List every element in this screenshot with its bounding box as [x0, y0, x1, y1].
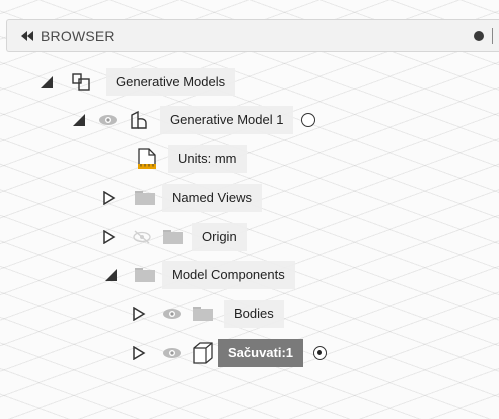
pin-icon[interactable]: [474, 31, 484, 41]
tree-item-origin[interactable]: Origin: [102, 222, 247, 252]
visibility-eye-icon[interactable]: [162, 307, 182, 321]
tree-item-label[interactable]: Named Views: [162, 184, 262, 212]
hidden-eye-icon[interactable]: [132, 230, 152, 244]
expanded-triangle-icon[interactable]: [104, 268, 118, 282]
tree-item-generative-model-1[interactable]: Generative Model 1: [72, 105, 316, 135]
collapsed-triangle-icon[interactable]: [102, 191, 116, 205]
tree-item-label[interactable]: Sačuvati:1: [218, 339, 304, 367]
visibility-eye-icon[interactable]: [98, 113, 118, 127]
divider-icon: [492, 28, 493, 44]
expanded-triangle-icon[interactable]: [40, 75, 54, 89]
activate-radio-button[interactable]: [313, 346, 328, 360]
browser-header[interactable]: BROWSER: [6, 19, 499, 52]
expanded-triangle-icon[interactable]: [72, 113, 86, 127]
tree-item-label[interactable]: Units: mm: [168, 145, 247, 173]
tree-item-units[interactable]: Units: mm: [136, 144, 247, 174]
collapsed-triangle-icon[interactable]: [102, 230, 116, 244]
folder-icon: [134, 188, 156, 208]
generative-model-icon: [128, 110, 150, 130]
tree-item-generative-models[interactable]: Generative Models: [40, 67, 236, 97]
tree-item-component[interactable]: Sačuvati:1: [132, 338, 328, 368]
tree-item-label[interactable]: Model Components: [162, 261, 295, 289]
assembly-icon: [70, 72, 92, 92]
units-document-icon: [136, 148, 158, 169]
collapsed-triangle-icon[interactable]: [132, 346, 146, 360]
browser-title: BROWSER: [41, 28, 115, 44]
tree-item-label[interactable]: Generative Models: [106, 68, 236, 96]
folder-icon: [162, 227, 184, 247]
collapsed-triangle-icon[interactable]: [132, 307, 146, 321]
folder-icon: [192, 304, 214, 324]
tree-item-named-views[interactable]: Named Views: [102, 183, 262, 213]
component-cube-icon: [192, 342, 214, 364]
folder-icon: [134, 265, 156, 285]
tree-item-label[interactable]: Generative Model 1: [160, 106, 294, 134]
tree-item-label[interactable]: Bodies: [224, 300, 284, 328]
activate-radio-button[interactable]: [301, 113, 316, 127]
visibility-eye-icon[interactable]: [162, 346, 182, 360]
tree-item-bodies[interactable]: Bodies: [132, 299, 284, 329]
collapse-panel-icon[interactable]: [21, 31, 33, 41]
tree-item-model-components[interactable]: Model Components: [104, 260, 295, 290]
tree-item-label[interactable]: Origin: [192, 223, 247, 251]
